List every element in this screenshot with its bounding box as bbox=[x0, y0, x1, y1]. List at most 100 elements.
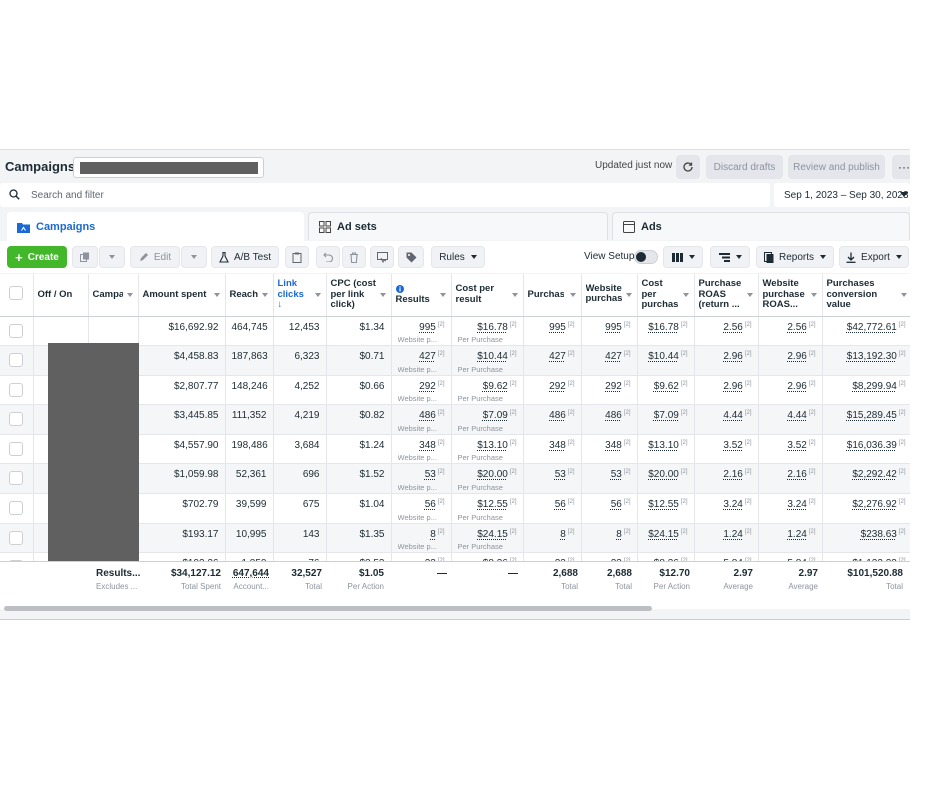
cpc-cell: $1.04 bbox=[326, 493, 392, 524]
cost-per-purchase-cell: $9.62 [2] bbox=[637, 375, 695, 406]
columns-button[interactable] bbox=[663, 246, 703, 268]
summary-website-purchase-roas: 2.97 Average bbox=[788, 568, 818, 591]
review-publish-button[interactable]: Review and publish bbox=[788, 155, 885, 179]
delete-button[interactable] bbox=[342, 246, 366, 268]
campaign-name-cell[interactable] bbox=[88, 316, 139, 347]
row-checkbox[interactable] bbox=[9, 501, 24, 516]
duplicate-dropdown-button[interactable] bbox=[99, 246, 125, 268]
website-purchase-cell: 53 [2] bbox=[581, 463, 638, 495]
summary-row: Results... Excludes ... $34,127.12 Total S… bbox=[0, 561, 910, 609]
account-selector[interactable] bbox=[73, 157, 264, 178]
edit-dropdown-button[interactable] bbox=[181, 246, 207, 268]
row-checkbox[interactable] bbox=[9, 441, 24, 456]
rules-button[interactable]: Rules bbox=[431, 246, 485, 268]
column-header-cpc[interactable]: CPC (cost per link click) bbox=[326, 274, 392, 317]
column-header-results[interactable]: Results bbox=[391, 274, 452, 317]
tab-label: Ad sets bbox=[337, 220, 377, 233]
link-clicks-cell: 6,323 bbox=[273, 345, 327, 376]
row-checkbox[interactable] bbox=[9, 382, 24, 397]
column-header-link-clicks[interactable]: Link clicks ↓ bbox=[273, 274, 327, 317]
results-cell: 53 [2] Website p... bbox=[391, 463, 452, 495]
website-purchase-cell: 56 [2] bbox=[581, 493, 638, 524]
table-row[interactable]: $16,692.92 464,745 12,453 $1.34 995 [2] Websit… bbox=[0, 316, 910, 347]
column-header-website-purchase[interactable]: Website purchase bbox=[581, 274, 638, 317]
tag-button[interactable] bbox=[398, 246, 424, 268]
column-header-purchase[interactable]: Purchase bbox=[523, 274, 582, 317]
export-button[interactable]: Export bbox=[839, 246, 909, 268]
website-purchase-roas-cell: 2.96 [2] bbox=[758, 345, 823, 376]
row-checkbox[interactable] bbox=[9, 412, 24, 427]
summary-reach: 647,644 Account... bbox=[232, 568, 269, 591]
conversion-value-cell: $8,299.94 [2] bbox=[822, 375, 910, 406]
website-purchase-roas-cell: 2.16 [2] bbox=[758, 463, 823, 495]
chevron-down-icon bbox=[900, 192, 908, 197]
row-checkbox[interactable] bbox=[9, 530, 24, 545]
cost-per-purchase-cell: $20.00 [2] bbox=[637, 463, 695, 495]
ab-test-button[interactable]: A/B Test bbox=[211, 246, 279, 268]
conversion-value-cell: $2,276.92 [2] bbox=[822, 493, 910, 524]
summary-cost-per-purchase: $12.70 Per Action bbox=[653, 568, 690, 591]
reach-cell: 187,863 bbox=[225, 345, 274, 376]
conversion-value-cell: $15,289.45 [2] bbox=[822, 404, 910, 435]
row-checkbox[interactable] bbox=[9, 471, 24, 486]
edit-button[interactable]: Edit bbox=[130, 246, 180, 268]
column-header-off-on[interactable]: Off / On bbox=[33, 274, 89, 317]
reports-button[interactable]: Reports bbox=[756, 246, 834, 268]
preview-button[interactable] bbox=[370, 246, 394, 268]
website-purchase-cell: 995 [2] bbox=[581, 316, 638, 347]
chevron-down-icon bbox=[895, 255, 902, 259]
column-header-amount-spent[interactable]: Amount spent bbox=[138, 274, 226, 317]
results-cell: 292 [2] Website p... bbox=[391, 375, 452, 406]
tab-ads[interactable]: Ads bbox=[612, 212, 910, 240]
summary-results: — bbox=[437, 568, 447, 579]
cost-per-purchase-cell: $10.44 [2] bbox=[637, 345, 695, 376]
column-header-cost-per-result[interactable]: Cost per result bbox=[451, 274, 524, 317]
more-options-button[interactable]: ··· bbox=[892, 155, 910, 179]
reach-cell: 111,352 bbox=[225, 404, 274, 435]
select-all-checkbox[interactable] bbox=[9, 286, 24, 301]
view-setup-toggle[interactable] bbox=[634, 250, 658, 264]
duplicate-button[interactable] bbox=[72, 246, 98, 268]
update-status: Updated just now bbox=[595, 160, 673, 171]
tab-ad-sets[interactable]: Ad sets bbox=[308, 212, 608, 240]
ads-manager-panel: Campaigns Updated just now Discard draft… bbox=[0, 149, 910, 620]
row-checkbox[interactable] bbox=[9, 323, 24, 338]
conversion-value-cell: $238.63 [2] bbox=[822, 523, 910, 554]
search-input[interactable] bbox=[31, 187, 431, 203]
off-on-cell[interactable] bbox=[33, 316, 89, 347]
row-select-cell bbox=[0, 523, 34, 554]
clipboard-button[interactable] bbox=[285, 246, 309, 268]
reach-cell: 198,486 bbox=[225, 434, 274, 465]
cost-per-purchase-cell: $13.10 [2] bbox=[637, 434, 695, 465]
export-label: Export bbox=[861, 251, 890, 263]
search-bar[interactable] bbox=[0, 183, 770, 207]
columns-icon bbox=[671, 252, 683, 262]
link-clicks-cell: 696 bbox=[273, 463, 327, 495]
column-header-reach[interactable]: Reach bbox=[225, 274, 274, 317]
column-header-website-purchase-roas[interactable]: Website purchase ROAS... bbox=[758, 274, 823, 317]
view-setup-label: View Setup bbox=[584, 251, 635, 262]
tag-icon bbox=[406, 252, 416, 262]
column-header-purchase-roas[interactable]: Purchase ROAS (return ... bbox=[694, 274, 759, 317]
undo-icon bbox=[322, 252, 333, 262]
website-purchase-cell: 348 [2] bbox=[581, 434, 638, 465]
create-button[interactable]: + Create bbox=[7, 246, 67, 268]
horizontal-scrollbar[interactable] bbox=[4, 606, 652, 611]
undo-button[interactable] bbox=[316, 246, 340, 268]
row-checkbox[interactable] bbox=[9, 353, 24, 368]
link-clicks-cell: 4,219 bbox=[273, 404, 327, 435]
discard-drafts-button[interactable]: Discard drafts bbox=[706, 155, 783, 179]
tab-campaigns[interactable]: Campaigns bbox=[7, 212, 304, 242]
breakdown-button[interactable] bbox=[710, 246, 750, 268]
column-header-cost-per-purchase[interactable]: Cost per purchas bbox=[637, 274, 695, 317]
cpc-cell: $1.34 bbox=[326, 316, 392, 347]
folder-icon bbox=[17, 222, 30, 233]
refresh-button[interactable] bbox=[676, 155, 700, 179]
top-bar: Campaigns Updated just now Discard draft… bbox=[0, 150, 910, 183]
column-header-campaign[interactable]: Campa bbox=[88, 274, 139, 317]
column-header-purchases-conversion-value[interactable]: Purchases conversion value bbox=[822, 274, 910, 317]
cost-per-result-cell: $16.78 [2] Per Purchase bbox=[451, 316, 524, 347]
date-range-picker[interactable]: Sep 1, 2023 – Sep 30, 2023 bbox=[774, 183, 910, 207]
flask-icon bbox=[219, 251, 229, 263]
toolbar: + Create Edit A/B Test Rules View Setup … bbox=[0, 241, 910, 273]
